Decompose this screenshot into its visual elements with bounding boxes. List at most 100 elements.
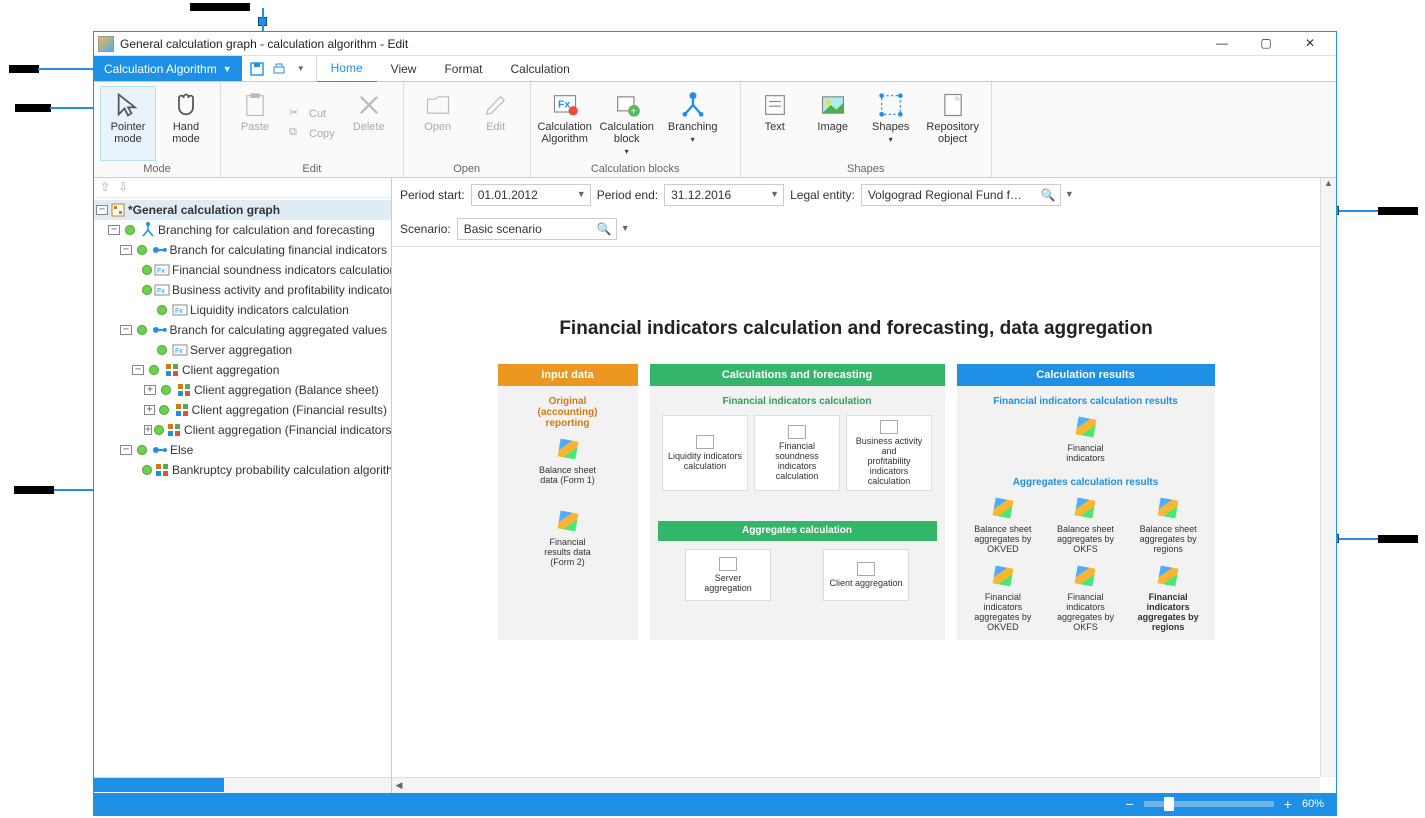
tree-node[interactable]: + Client aggregation (Balance sheet) [94,380,391,400]
branch-icon [152,322,168,338]
tree-node[interactable]: Fx Financial soundness indicators calcul… [94,260,391,280]
financial-results-node[interactable]: Financial results data (Form 2) [533,509,603,567]
status-dot-icon [134,442,150,458]
fi-okfs-node[interactable]: Financial indicators aggregates by OKFS [1050,564,1120,632]
scroll-left-icon[interactable]: ◀ [392,780,406,791]
expand-icon[interactable]: + [144,405,155,415]
tree-horizontal-scrollbar[interactable] [94,777,391,793]
maximize-button[interactable]: ▢ [1244,32,1288,56]
client-aggregation-card[interactable]: Client aggregation [823,549,909,601]
bs-okved-node[interactable]: Balance sheet aggregates by OKVED [968,496,1038,554]
canvas-horizontal-scrollbar[interactable]: ◀ [392,777,1320,793]
activity-card[interactable]: Business activity and profitability indi… [846,415,932,491]
minimize-button[interactable]: — [1200,32,1244,56]
tab-format[interactable]: Format [430,56,496,82]
tree[interactable]: − *General calculation graph − Branching… [94,198,391,777]
collapse-icon[interactable]: − [108,225,120,235]
tree-node[interactable]: + Client aggregation (Financial indicato… [94,420,391,440]
file-menu-button[interactable]: Calculation Algorithm ▼ [94,56,242,81]
fx-icon: Fx [172,342,188,358]
fi-okved-node[interactable]: Financial indicators aggregates by OKVED [968,564,1038,632]
zoom-in-button[interactable]: + [1284,796,1292,812]
node-label: Balance sheet aggregates by OKFS [1057,524,1114,554]
liquidity-card[interactable]: Liquidity indicators calculation [662,415,748,491]
soundness-card[interactable]: Financial soundness indicators calculati… [754,415,840,491]
tree-node[interactable]: − Branch for calculating aggregated valu… [94,320,391,340]
tree-root[interactable]: − *General calculation graph [94,200,391,220]
tree-label: Liquidity indicators calculation [190,303,349,317]
tree-node[interactable]: Bankruptcy probability calculation algor… [94,460,391,480]
server-aggregation-card[interactable]: Server aggregation [685,549,771,601]
scroll-up-icon[interactable]: ▲ [1321,178,1336,192]
tree-node[interactable]: − Client aggregation [94,360,391,380]
tree-node[interactable]: − Branch for calculating financial indic… [94,240,391,260]
close-button[interactable]: ✕ [1288,32,1332,56]
tree-node[interactable]: Fx Liquidity indicators calculation [94,300,391,320]
image-button[interactable]: Image [805,86,861,161]
canvas-vertical-scrollbar[interactable]: ▲ [1320,178,1336,777]
tree-node[interactable]: − Else [94,440,391,460]
calc-algorithm-button[interactable]: Fx Calculation Algorithm [537,86,593,161]
qa-dropdown-icon[interactable]: ▼ [292,60,310,78]
card-label: Server aggregation [704,573,752,593]
scenario-input[interactable]: Basic scenario🔍▼ [457,218,617,240]
balance-sheet-node[interactable]: Balance sheet data (Form 1) [533,437,603,485]
calc-block-button[interactable]: + Calculation block ▾ [595,86,659,161]
delete-button[interactable]: Delete [341,86,397,161]
cut-button[interactable]: ✂Cut [285,104,339,124]
tree-node[interactable]: − Branching for calculation and forecast… [94,220,391,240]
edit-button[interactable]: Edit [468,86,524,161]
period-start-input[interactable]: 01.01.2012▼ [471,184,591,206]
collapse-icon[interactable]: − [120,245,132,255]
open-button[interactable]: Open [410,86,466,161]
tree-node[interactable]: Fx Server aggregation [94,340,391,360]
card-label: Financial soundness indicators calculati… [759,441,835,481]
collapse-icon[interactable]: − [120,325,132,335]
caret-down-icon: ▾ [625,147,629,156]
zoom-slider[interactable] [1144,801,1274,807]
expand-icon[interactable]: + [144,425,152,435]
paste-button[interactable]: Paste [227,86,283,161]
tree-node[interactable]: Fx Business activity and profitability i… [94,280,391,300]
results-column: Calculation results Financial indicators… [957,364,1215,640]
bs-okfs-node[interactable]: Balance sheet aggregates by OKFS [1050,496,1120,554]
text-button[interactable]: Text [747,86,803,161]
legal-entity-input[interactable]: Volgograd Regional Fund for Animal🔍▼ [861,184,1061,206]
tab-calculation[interactable]: Calculation [496,56,583,82]
branching-button[interactable]: Branching ▾ [661,86,725,161]
diagram-canvas[interactable]: Financial indicators calculation and for… [392,238,1320,777]
shapes-button[interactable]: Shapes ▾ [863,86,919,161]
tree-down-icon[interactable]: ⇩ [118,180,128,195]
collapse-icon[interactable]: − [120,445,132,455]
financial-indicators-node[interactable]: Financial indicators [1051,415,1121,463]
graph-icon [110,202,126,218]
save-icon[interactable] [248,60,266,78]
tab-home[interactable]: Home [317,55,377,83]
zoom-out-button[interactable]: − [1126,796,1134,812]
collapse-icon[interactable]: − [132,365,144,375]
copy-button[interactable]: ⧉Copy [285,124,339,144]
svg-text:Fx: Fx [157,288,165,295]
period-end-input[interactable]: 31.12.2016▼ [664,184,784,206]
delete-label: Delete [353,121,385,133]
shapes-group-label: Shapes [747,161,985,175]
hand-mode-button[interactable]: Hand mode [158,86,214,161]
bs-regions-node[interactable]: Balance sheet aggregates by regions [1133,496,1203,554]
tree-node[interactable]: + Client aggregation (Financial results) [94,400,391,420]
mode-group-label: Mode [100,161,214,175]
input-subhead: Original (accounting) reporting [506,396,630,429]
expand-icon[interactable]: + [144,385,156,395]
print-icon[interactable] [270,60,288,78]
shapes-label: Shapes [872,121,909,133]
scrollbar-thumb[interactable] [94,778,224,792]
collapse-icon[interactable]: − [96,205,108,215]
dropdown-icon: ▼ [1065,189,1074,199]
tree-up-icon[interactable]: ⇧ [100,180,110,195]
repository-button[interactable]: Repository object [921,86,985,161]
tab-view[interactable]: View [377,56,431,82]
branch-icon [152,442,168,458]
pointer-mode-button[interactable]: Pointer mode [100,86,156,161]
zoom-thumb[interactable] [1164,797,1174,811]
card-icon [788,425,806,439]
fi-regions-node[interactable]: Financial indicators aggregates by regio… [1133,564,1203,632]
